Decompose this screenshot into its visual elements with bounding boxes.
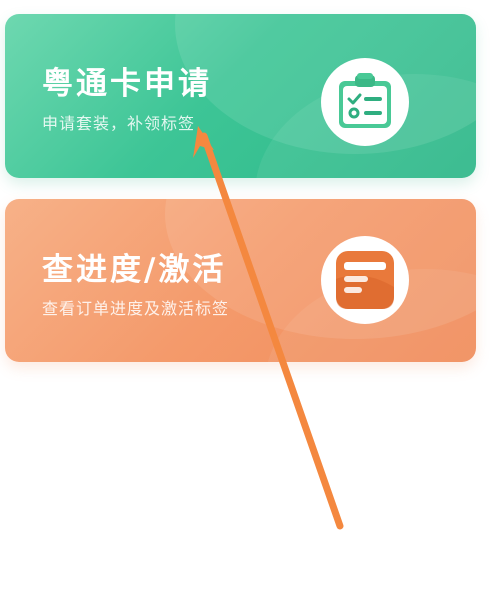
progress-activate-card[interactable]: 查进度/激活 查看订单进度及激活标签: [5, 199, 476, 362]
card-title: 粤通卡申请: [42, 66, 212, 102]
screen: 粤通卡申请 申请套装，补领标签 查进度/激活 查看订单进度及激活标签: [0, 0, 492, 610]
card-subtitle: 查看订单进度及激活标签: [42, 299, 230, 318]
card-subtitle: 申请套装，补领标签: [42, 114, 196, 133]
document-card-icon: [321, 236, 409, 324]
card-title: 查进度/激活: [42, 252, 227, 288]
clipboard-checklist-icon: [321, 58, 409, 146]
apply-card[interactable]: 粤通卡申请 申请套装，补领标签: [5, 14, 476, 178]
